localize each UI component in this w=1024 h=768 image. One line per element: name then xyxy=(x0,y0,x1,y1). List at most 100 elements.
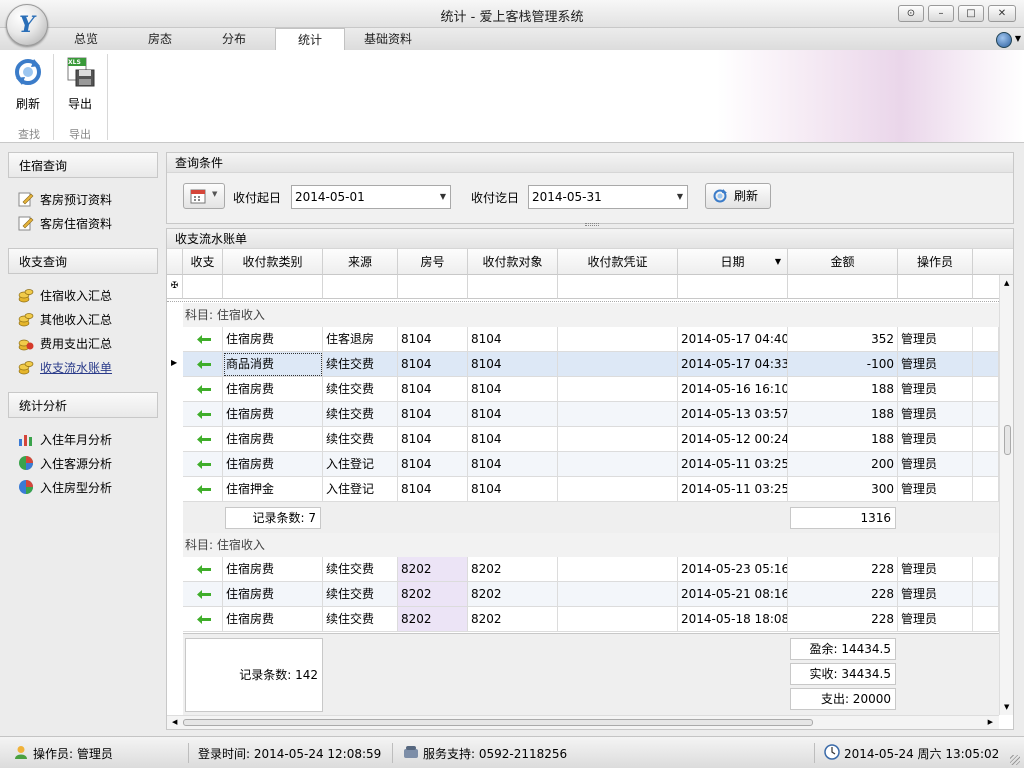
row-amount[interactable]: 200 xyxy=(788,452,898,477)
row-category[interactable]: 住宿房费 xyxy=(223,402,323,427)
row-operator[interactable]: 管理员 xyxy=(898,557,973,582)
scroll-left-icon[interactable]: ◀ xyxy=(172,718,177,726)
row-room[interactable]: 8104 xyxy=(398,352,468,377)
row-date[interactable]: 2014-05-13 03:57 xyxy=(678,402,788,427)
row-voucher[interactable] xyxy=(558,607,678,632)
row-category[interactable]: 住宿房费 xyxy=(223,452,323,477)
resize-grip[interactable] xyxy=(1010,755,1020,765)
row-category[interactable]: 商品消费 xyxy=(223,352,323,377)
table-row[interactable]: 住宿房费 续住交费 8202 8202 2014-05-23 05:16 228 管理员 xyxy=(183,557,999,582)
column-header-category[interactable]: 收付款类别 xyxy=(223,249,323,275)
row-amount[interactable]: 228 xyxy=(788,582,898,607)
row-operator[interactable]: 管理员 xyxy=(898,327,973,352)
column-header-source[interactable]: 来源 xyxy=(323,249,398,275)
column-header-operator[interactable]: 操作员 xyxy=(898,249,973,275)
row-operator[interactable]: 管理员 xyxy=(898,477,973,502)
row-direction[interactable] xyxy=(183,477,223,502)
scroll-right-icon[interactable]: ▶ xyxy=(988,718,993,726)
row-direction[interactable] xyxy=(183,557,223,582)
row-room[interactable]: 8104 xyxy=(398,427,468,452)
tab-room-status[interactable]: 房态 xyxy=(134,28,186,50)
row-filler[interactable] xyxy=(973,402,999,427)
scroll-down-icon[interactable]: ▼ xyxy=(1004,703,1009,711)
sidebar-item-monthly-analysis[interactable]: 入住年月分析 xyxy=(18,430,112,450)
row-source[interactable]: 住客退房 xyxy=(323,327,398,352)
sidebar-item-lodging-income[interactable]: 住宿收入汇总 xyxy=(18,286,112,306)
row-voucher[interactable] xyxy=(558,402,678,427)
row-filler[interactable] xyxy=(973,352,999,377)
row-direction[interactable] xyxy=(183,582,223,607)
row-date[interactable]: 2014-05-18 18:08 xyxy=(678,607,788,632)
row-voucher[interactable] xyxy=(558,377,678,402)
row-source[interactable]: 续住交费 xyxy=(323,427,398,452)
tab-basic-data[interactable]: 基础资料 xyxy=(356,28,420,50)
row-filler[interactable] xyxy=(973,327,999,352)
filter-cell[interactable] xyxy=(558,275,678,299)
row-voucher[interactable] xyxy=(558,427,678,452)
table-row[interactable]: 商品消费 续住交费 8104 8104 2014-05-17 04:33 -100 管理员 xyxy=(183,352,999,377)
filter-cell[interactable] xyxy=(788,275,898,299)
row-category[interactable]: 住宿房费 xyxy=(223,557,323,582)
row-source[interactable]: 续住交费 xyxy=(323,352,398,377)
app-logo[interactable]: Y xyxy=(6,4,48,46)
tab-distribution[interactable]: 分布 xyxy=(208,28,260,50)
row-category[interactable]: 住宿押金 xyxy=(223,477,323,502)
table-row[interactable]: 住宿房费 续住交费 8104 8104 2014-05-13 03:57 188 管理员 xyxy=(183,402,999,427)
column-header-type[interactable]: 收支 xyxy=(183,249,223,275)
group-header-lodging-income[interactable]: 科目: 住宿收入 xyxy=(183,533,999,557)
row-amount[interactable]: 300 xyxy=(788,477,898,502)
row-operator[interactable]: 管理员 xyxy=(898,377,973,402)
query-refresh-button[interactable]: 刷新 xyxy=(705,183,771,209)
filter-cell[interactable] xyxy=(678,275,788,299)
row-operator[interactable]: 管理员 xyxy=(898,402,973,427)
table-row[interactable]: 住宿房费 续住交费 8202 8202 2014-05-21 08:16 228 管理员 xyxy=(183,582,999,607)
row-date[interactable]: 2014-05-12 00:24 xyxy=(678,427,788,452)
row-category[interactable]: 住宿房费 xyxy=(223,582,323,607)
row-date[interactable]: 2014-05-17 04:33 xyxy=(678,352,788,377)
row-date[interactable]: 2014-05-21 08:16 xyxy=(678,582,788,607)
sidebar-item-source-analysis[interactable]: 入住客源分析 xyxy=(18,454,112,474)
chevron-down-icon[interactable]: ▼ xyxy=(677,186,683,208)
sidebar-item-stay[interactable]: 客房住宿资料 xyxy=(18,214,112,234)
sidebar-item-roomtype-analysis[interactable]: 入住房型分析 xyxy=(18,478,112,498)
row-payer[interactable]: 8104 xyxy=(468,402,558,427)
sidebar-section-finance-query[interactable]: 收支查询 xyxy=(8,248,158,274)
end-date-input[interactable]: 2014-05-31 ▼ xyxy=(528,185,688,209)
refresh-ribbon-button[interactable]: 刷新 xyxy=(8,56,48,112)
filter-cell[interactable] xyxy=(468,275,558,299)
filter-cell[interactable] xyxy=(323,275,398,299)
row-filler[interactable] xyxy=(973,607,999,632)
table-row[interactable]: 住宿房费 住客退房 8104 8104 2014-05-17 04:40 352 管理员 xyxy=(183,327,999,352)
horizontal-scroll-thumb[interactable] xyxy=(183,719,813,726)
row-amount[interactable]: 228 xyxy=(788,607,898,632)
tab-statistics[interactable]: 统计 xyxy=(275,28,345,51)
scroll-up-icon[interactable]: ▲ xyxy=(1004,279,1009,287)
row-source[interactable]: 入住登记 xyxy=(323,477,398,502)
row-category[interactable]: 住宿房费 xyxy=(223,377,323,402)
minimize-button[interactable]: – xyxy=(928,5,954,22)
close-button[interactable]: ✕ xyxy=(988,5,1016,22)
row-payer[interactable]: 8202 xyxy=(468,607,558,632)
row-voucher[interactable] xyxy=(558,452,678,477)
row-filler[interactable] xyxy=(973,377,999,402)
row-payer[interactable]: 8202 xyxy=(468,582,558,607)
pin-icon[interactable]: ⊙ xyxy=(898,5,924,22)
maximize-button[interactable]: □ xyxy=(958,5,984,22)
table-row[interactable]: 住宿房费 入住登记 8104 8104 2014-05-11 03:25 200 管理员 xyxy=(183,452,999,477)
column-header-voucher[interactable]: 收付款凭证 xyxy=(558,249,678,275)
filter-cell[interactable] xyxy=(398,275,468,299)
row-category[interactable]: 住宿房费 xyxy=(223,427,323,452)
row-payer[interactable]: 8104 xyxy=(468,327,558,352)
horizontal-scrollbar[interactable]: ◀ ▶ xyxy=(167,715,999,729)
table-row[interactable]: 住宿房费 续住交费 8104 8104 2014-05-16 16:10 188 管理员 xyxy=(183,377,999,402)
row-source[interactable]: 续住交费 xyxy=(323,557,398,582)
row-room[interactable]: 8202 xyxy=(398,582,468,607)
chevron-down-icon[interactable]: ▼ xyxy=(440,186,446,208)
row-source[interactable]: 续住交费 xyxy=(323,377,398,402)
row-amount[interactable]: 228 xyxy=(788,557,898,582)
tab-overview[interactable]: 总览 xyxy=(60,28,112,50)
row-voucher[interactable] xyxy=(558,557,678,582)
row-date[interactable]: 2014-05-11 03:25 xyxy=(678,452,788,477)
sidebar-item-expense[interactable]: 费用支出汇总 xyxy=(18,334,112,354)
row-operator[interactable]: 管理员 xyxy=(898,607,973,632)
